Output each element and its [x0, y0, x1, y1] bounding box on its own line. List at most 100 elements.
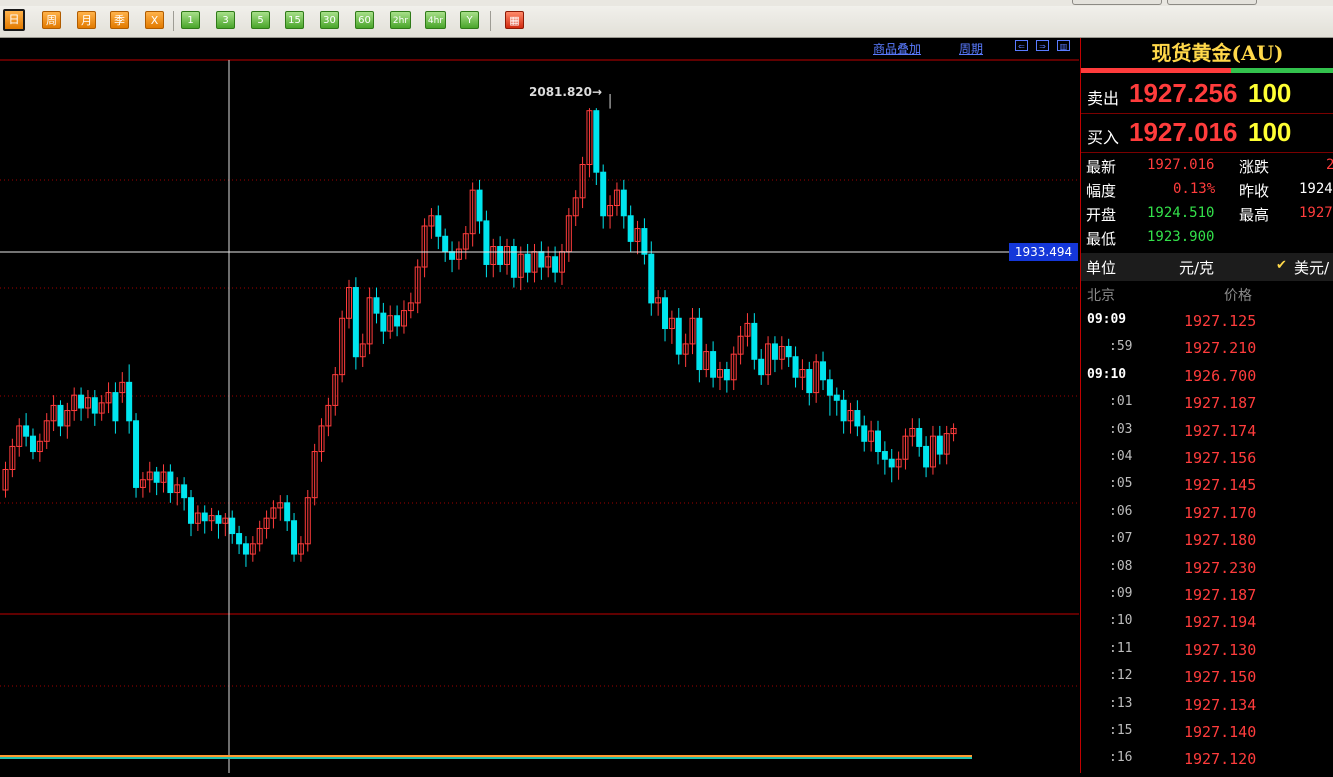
candle-body: [242, 543, 249, 555]
tick-price: 1927.230: [1184, 558, 1257, 577]
tick-time: :05: [1109, 476, 1133, 492]
buy-label: 买入: [1087, 128, 1120, 147]
period-menu-link[interactable]: 周期: [959, 40, 983, 57]
toolbar-button-3[interactable]: 季: [110, 11, 129, 29]
latest-value: 1927.016: [1147, 157, 1215, 173]
latest-label: 最新: [1086, 158, 1117, 176]
tick-time: :12: [1109, 668, 1133, 684]
tick-price: 1926.700: [1184, 366, 1257, 385]
candle-body: [23, 425, 30, 437]
candle-body: [215, 515, 222, 524]
toolbar-button-6[interactable]: 3: [216, 11, 235, 29]
toolbar-button-5[interactable]: 1: [181, 11, 200, 29]
candle-body: [758, 358, 765, 376]
toolbar-button-13[interactable]: Y: [460, 11, 479, 29]
toolbar-button-9[interactable]: 30: [320, 11, 339, 29]
candle-body: [153, 471, 160, 483]
tick-price: 1927.156: [1184, 449, 1257, 467]
candle-body: [524, 253, 531, 273]
window-tab-button-1[interactable]: [1072, 0, 1162, 5]
tick-row: :59 1927.210: [1081, 335, 1333, 362]
prev-close-value: 1924: [1299, 181, 1333, 197]
candle-body: [881, 451, 888, 460]
candle-body: [854, 410, 861, 427]
tick-row: :11 1927.130: [1081, 637, 1333, 664]
toolbar-button-11[interactable]: 2hr: [390, 11, 411, 29]
window-tab-button-2[interactable]: [1167, 0, 1257, 5]
candle-body: [126, 381, 133, 422]
candle-body: [861, 425, 868, 442]
candle-body: [771, 343, 778, 360]
change-label: 涨跌: [1239, 158, 1270, 176]
low-value: 1923.900: [1147, 229, 1215, 245]
toolbar-button-2[interactable]: 月: [77, 11, 96, 29]
scroll-right-icon[interactable]: ⇒: [1036, 40, 1049, 51]
quote-panel: 现货黄金(AU) 卖出 1927.256 100 买入 1927.016 100…: [1080, 38, 1333, 773]
tick-time: :08: [1109, 558, 1133, 574]
candle-body: [916, 427, 923, 447]
toolbar-button-12[interactable]: 4hr: [425, 11, 446, 29]
buy-strength-bar: [1231, 68, 1333, 73]
toolbar-button-1[interactable]: 周: [42, 11, 61, 29]
candle-body: [593, 110, 600, 173]
tick-time: :59: [1109, 339, 1133, 355]
sell-label: 卖出: [1087, 89, 1120, 108]
candle-body: [167, 471, 174, 494]
candle-body: [201, 512, 208, 522]
tick-price: 1927.120: [1184, 750, 1257, 769]
candle-body: [820, 361, 827, 381]
toolbar-button-14[interactable]: ▦: [505, 11, 524, 29]
candle-body: [826, 379, 833, 396]
candle-body: [497, 246, 504, 265]
candle-body: [923, 445, 930, 468]
candle-body: [552, 256, 559, 273]
toolbar-button-10[interactable]: 60: [355, 11, 374, 29]
tick-price: 1927.170: [1184, 503, 1257, 522]
overlay-menu-link[interactable]: 商品叠加: [873, 40, 921, 57]
chart-canvas[interactable]: [0, 38, 1079, 773]
range-value: 0.13%: [1173, 181, 1216, 197]
high-value: 1927: [1299, 205, 1333, 221]
ticks-time-header: 北京: [1087, 288, 1115, 304]
tick-row: :06 1927.170: [1081, 500, 1333, 527]
candle-body: [352, 287, 359, 358]
ticks-price-header: 价格: [1224, 288, 1252, 304]
panel-toggle-icon[interactable]: ▥: [1057, 40, 1070, 51]
scroll-left-icon[interactable]: ⇐: [1015, 40, 1028, 51]
tick-time: :04: [1109, 449, 1133, 464]
tick-time: :15: [1109, 723, 1133, 738]
tick-row: :09 1927.187: [1081, 582, 1333, 609]
candle-body: [449, 251, 456, 260]
candle-body: [29, 435, 36, 453]
tick-time: 09:09: [1087, 312, 1127, 327]
tick-price: 1927.180: [1184, 531, 1257, 550]
tick-row: :03 1927.174: [1081, 418, 1333, 445]
currency-option[interactable]: 美元/: [1294, 257, 1329, 278]
candle-body: [229, 517, 236, 535]
candle-body: [662, 297, 669, 330]
candle-body: [373, 297, 380, 314]
toolbar-button-7[interactable]: 5: [251, 11, 270, 29]
tick-time: :03: [1109, 421, 1133, 437]
toolbar-button-8[interactable]: 15: [285, 11, 304, 29]
candle-body: [600, 171, 607, 217]
candle-body: [442, 235, 449, 253]
buy-quote-row: 买入 1927.016 100: [1081, 114, 1333, 153]
sell-volume: 100: [1248, 78, 1292, 108]
candle-body: [187, 497, 194, 524]
tick-price: 1927.150: [1184, 668, 1257, 687]
toolbar-button-0[interactable]: 日: [3, 9, 25, 31]
candle-body: [888, 458, 895, 468]
candlestick-chart[interactable]: 商品叠加 周期 ⇐ ⇒ ▥ 2081.820→ 1933.494: [0, 38, 1079, 773]
candle-body: [394, 315, 401, 327]
candle-body: [751, 322, 758, 360]
candle-body: [291, 520, 298, 555]
toolbar-button-4[interactable]: X: [145, 11, 164, 29]
tick-row: 09:09 1927.125: [1081, 308, 1333, 335]
tick-price: 1927.187: [1184, 394, 1257, 413]
tick-time: :13: [1109, 695, 1133, 711]
candle-body: [91, 397, 98, 414]
candle-body: [181, 484, 188, 499]
tick-row: :04 1927.156: [1081, 445, 1333, 472]
high-label: 最高: [1239, 206, 1270, 224]
